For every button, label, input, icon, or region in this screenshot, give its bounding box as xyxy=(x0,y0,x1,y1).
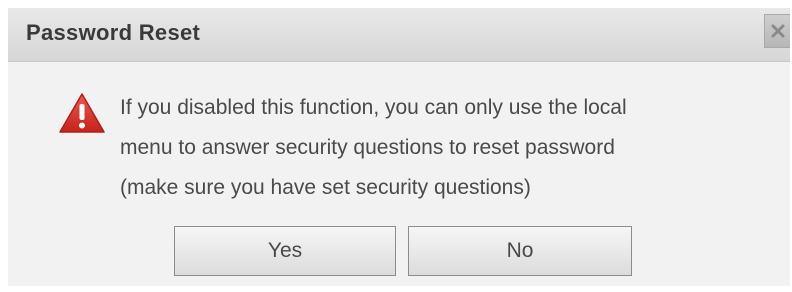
dialog-titlebar: Password Reset xyxy=(8,8,790,62)
message-line: If you disabled this function, you can o… xyxy=(120,96,627,119)
message-line: (make sure you have set security questio… xyxy=(120,176,531,199)
no-button[interactable]: No xyxy=(408,226,632,276)
yes-button[interactable]: Yes xyxy=(174,226,396,276)
dialog-message: If you disabled this function, you can o… xyxy=(120,88,760,208)
dialog-body: If you disabled this function, you can o… xyxy=(8,62,790,286)
close-button[interactable] xyxy=(764,14,790,48)
close-icon xyxy=(771,24,784,38)
dialog-title: Password Reset xyxy=(26,20,201,45)
message-line: menu to answer security questions to res… xyxy=(120,136,615,159)
password-reset-dialog: Password Reset If you disabled this func… xyxy=(8,8,790,286)
warning-triangle-icon xyxy=(59,93,105,133)
